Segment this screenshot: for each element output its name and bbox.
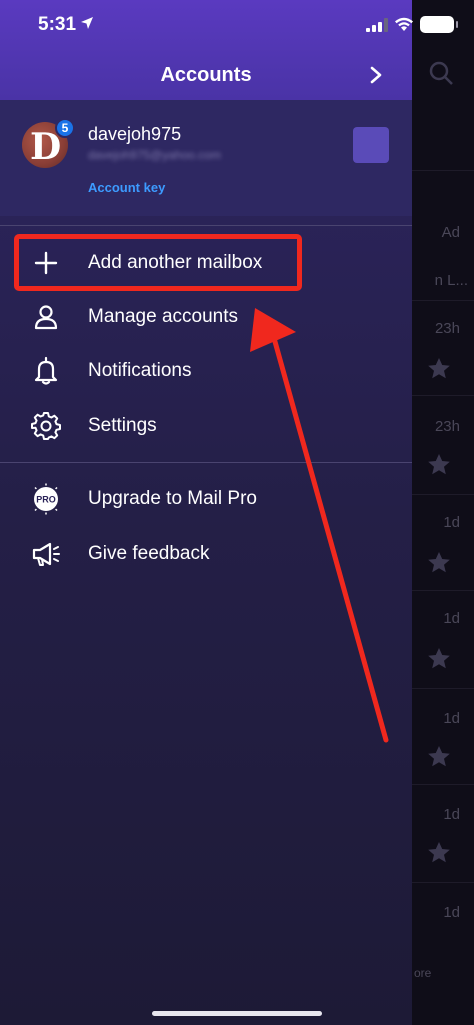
cellular-signal-icon [366,18,388,32]
person-icon [34,305,58,330]
wifi-icon [395,17,413,31]
svg-text:PRO: PRO [36,495,56,505]
star-icon[interactable] [426,840,452,866]
give-feedback-button[interactable]: Give feedback [0,528,412,580]
search-icon[interactable] [428,60,454,86]
menu-label: Give feedback [88,543,210,564]
status-time: 5:31 [38,14,77,35]
account-email: davejoh975@yahoo.com [88,148,221,162]
star-icon[interactable] [426,452,452,478]
star-icon[interactable] [426,356,452,382]
account-key-link[interactable]: Account key [88,180,165,195]
accounts-drawer: Accounts D davejoh975 davejoh975@yahoo.c… [0,0,412,1025]
notifications-button[interactable]: Notifications [0,345,412,397]
divider [0,225,412,226]
account-username: davejoh975 [88,124,182,144]
account-color-swatch[interactable] [353,127,389,163]
star-icon[interactable] [426,550,452,576]
menu-label: Manage accounts [88,306,238,327]
settings-button[interactable]: Settings [0,400,412,452]
pro-badge-icon: PRO [34,483,58,515]
megaphone-icon [32,542,60,566]
battery-icon [420,16,458,33]
status-bar: 5:31 [0,0,474,50]
location-arrow-icon [81,17,93,29]
manage-accounts-button[interactable]: Manage accounts [0,291,412,343]
star-icon[interactable] [426,646,452,672]
gear-icon [31,412,61,440]
bell-icon [34,356,58,385]
chevron-right-icon[interactable] [368,66,384,84]
menu-label: Notifications [88,360,192,381]
home-indicator [152,1011,322,1016]
drawer-title: Accounts [160,64,252,86]
highlight-box [14,234,302,291]
unread-badge: 5 [55,118,75,138]
upgrade-pro-button[interactable]: PRO Upgrade to Mail Pro [0,473,412,525]
menu-label: Settings [88,415,157,436]
star-icon[interactable] [426,744,452,770]
background-mail-list: Ad n L... 23h 23h 1d 1d 1d 1d 1d ore [412,0,474,1025]
menu-label: Upgrade to Mail Pro [88,488,257,509]
divider [0,462,412,463]
